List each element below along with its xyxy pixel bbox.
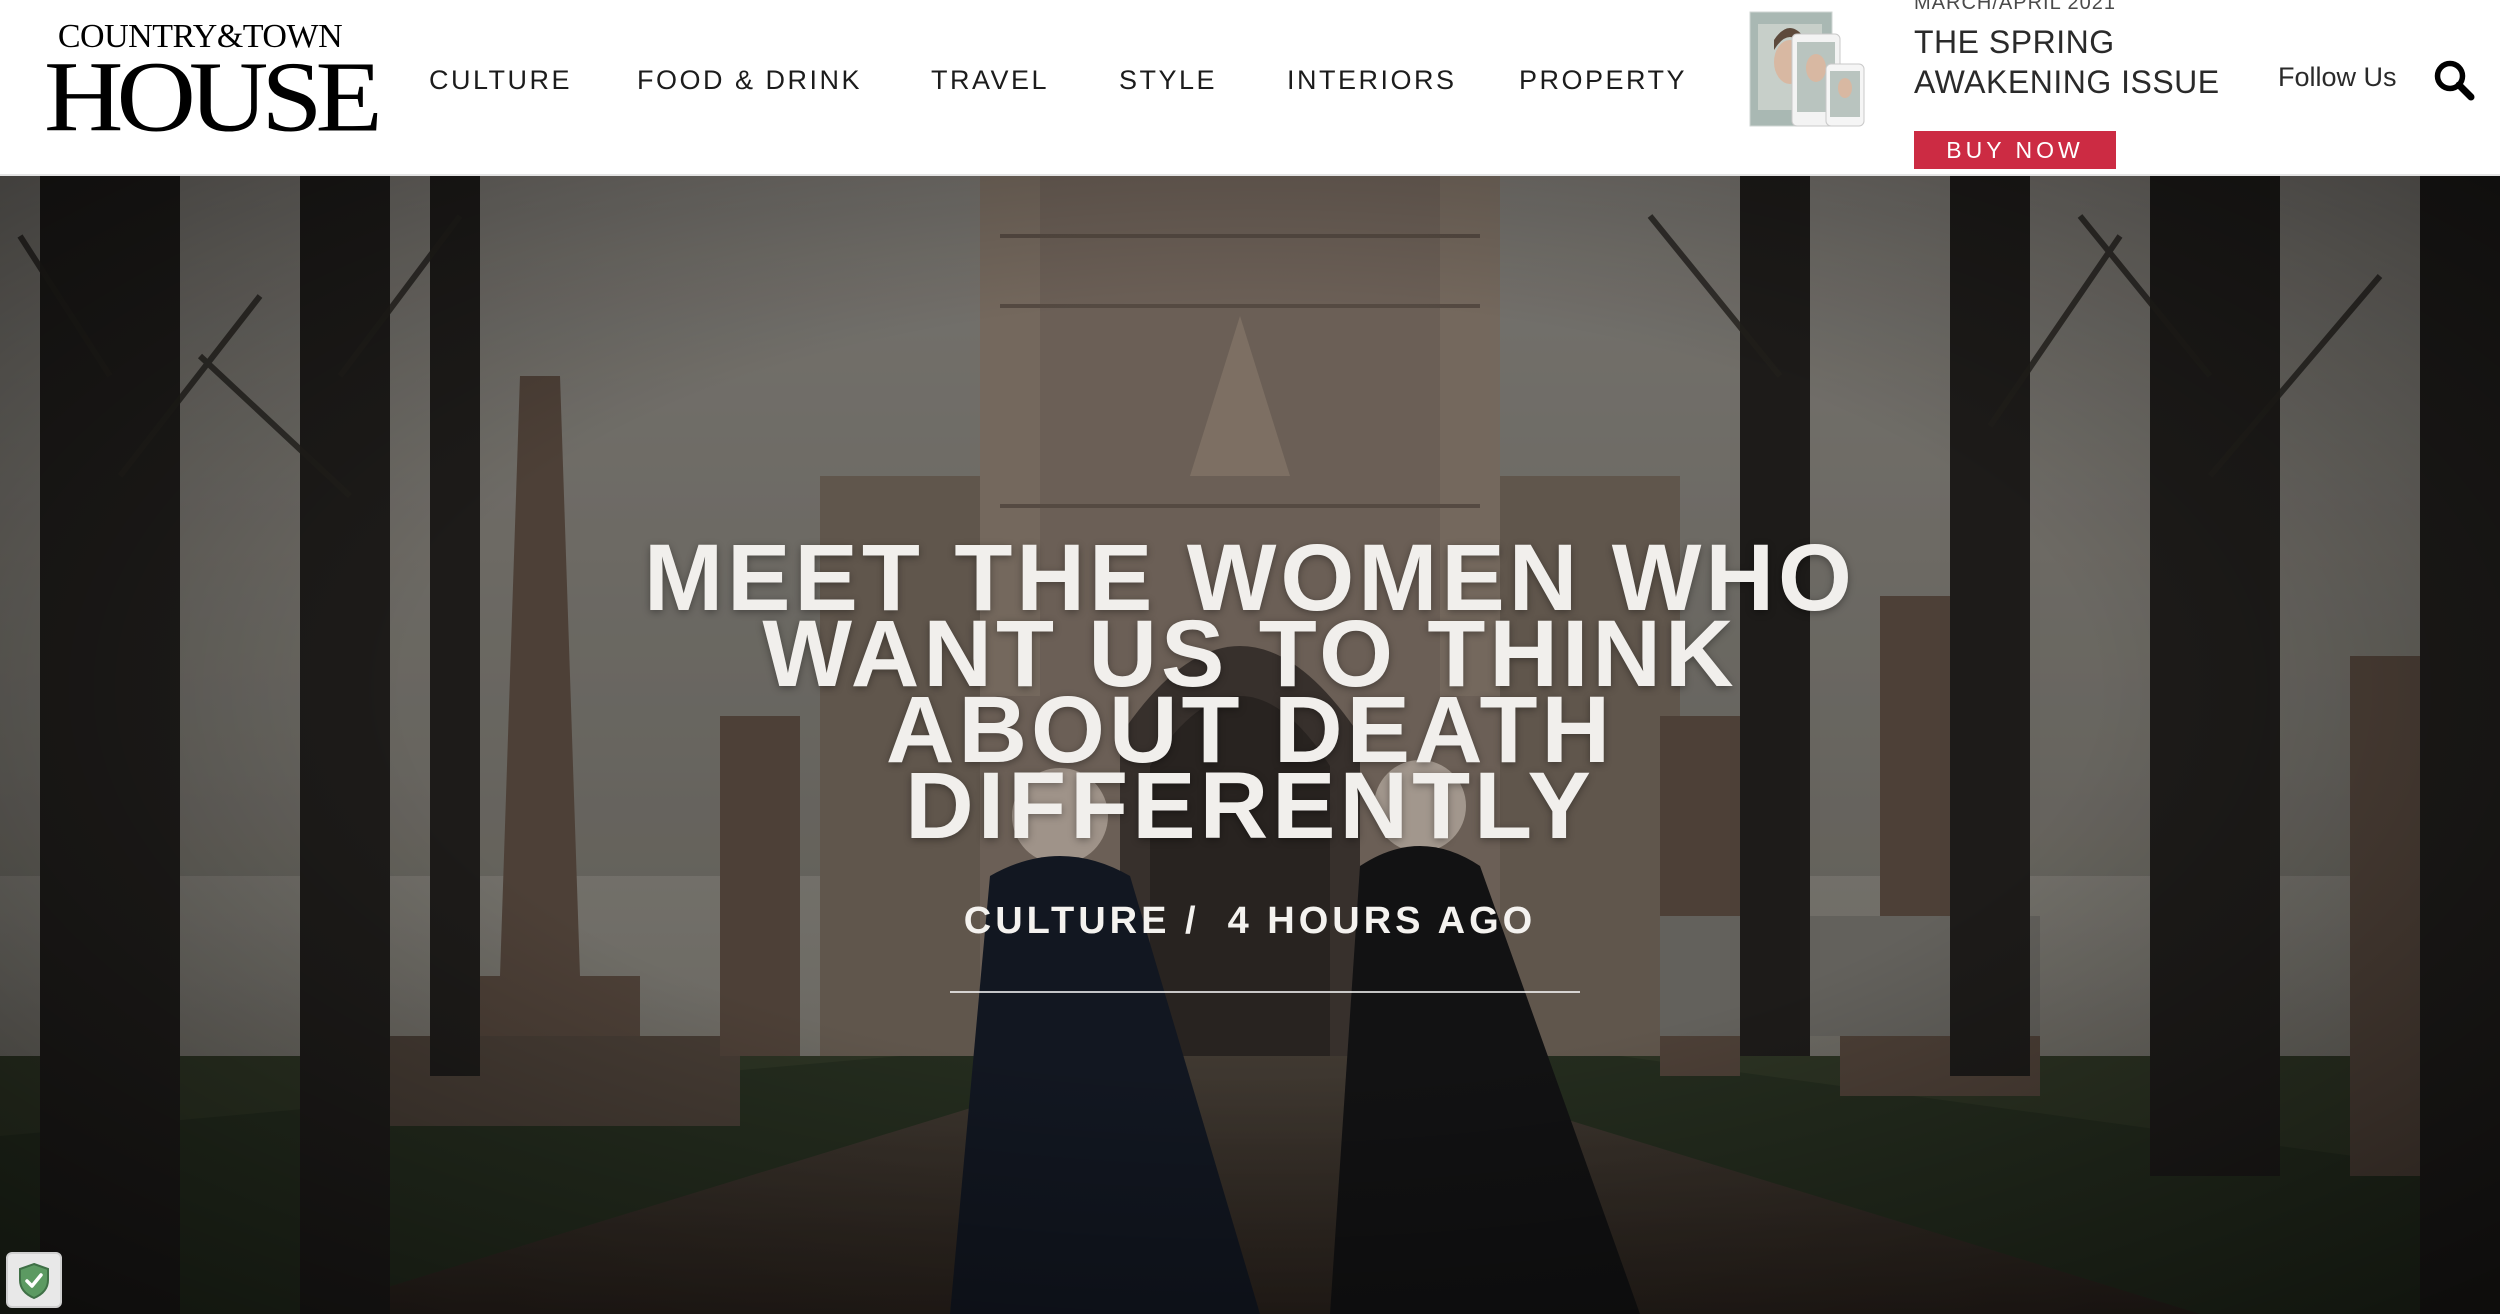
privacy-settings-badge[interactable] xyxy=(6,1252,62,1308)
article-headline[interactable]: MEET THE WOMEN WHO WANT US TO THINK ABOU… xyxy=(560,531,1940,859)
logo-line-2: HOUSE xyxy=(44,40,383,153)
hero-article[interactable]: MEET THE WOMEN WHO WANT US TO THINK ABOU… xyxy=(0,176,2500,1314)
nav-travel[interactable]: TRAVEL xyxy=(931,56,1049,104)
nav-culture[interactable]: CULTURE xyxy=(429,56,572,104)
nav-style[interactable]: STYLE xyxy=(1119,56,1217,104)
nav-food-drink[interactable]: FOOD & DRINK xyxy=(637,56,862,104)
issue-title-line-1: THE SPRING xyxy=(1914,24,2115,60)
article-timestamp: 4 HOURS AGO xyxy=(1227,900,1537,942)
shield-check-icon xyxy=(19,1262,49,1300)
nav-property[interactable]: PROPERTY xyxy=(1519,56,1687,104)
site-header: COUNTRY&TOWN HOUSE CULTURE FOOD & DRINK … xyxy=(0,0,2500,176)
magazine-issue-thumbnail[interactable] xyxy=(1748,10,1866,128)
article-category-link[interactable]: CULTURE / xyxy=(964,900,1200,942)
search-icon[interactable] xyxy=(2432,58,2476,102)
article-meta: CULTURE / 4 HOURS AGO xyxy=(0,900,2500,943)
site-logo[interactable]: COUNTRY&TOWN HOUSE xyxy=(44,18,383,147)
issue-title[interactable]: THE SPRING AWAKENING ISSUE xyxy=(1914,22,2220,102)
nav-interiors[interactable]: INTERIORS xyxy=(1287,56,1457,104)
follow-us-link[interactable]: Follow Us xyxy=(2278,62,2397,93)
issue-date: MARCH/APRIL 2021 xyxy=(1914,0,2116,14)
meta-divider xyxy=(950,991,1580,993)
headline-line-4: DIFFERENTLY xyxy=(905,753,1595,859)
buy-now-button[interactable]: BUY NOW xyxy=(1914,131,2116,169)
issue-title-line-2: AWAKENING ISSUE xyxy=(1914,64,2220,100)
